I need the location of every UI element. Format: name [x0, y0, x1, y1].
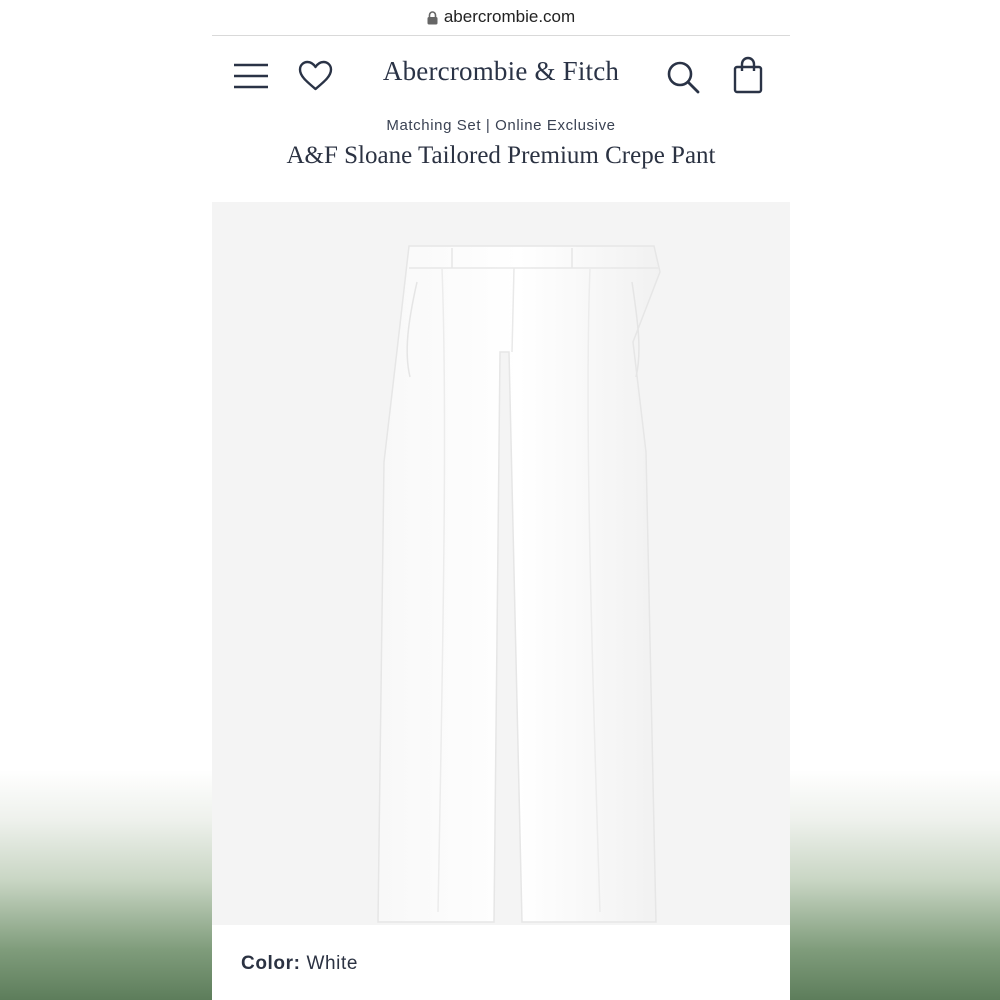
brand-logo[interactable]: Abercrombie & Fitch: [212, 56, 790, 87]
search-icon[interactable]: [666, 60, 700, 94]
lock-icon: [427, 11, 438, 25]
product-subtitle: Matching Set | Online Exclusive: [386, 117, 616, 134]
color-label: Color:: [241, 953, 301, 974]
color-selector: Color: White: [241, 953, 358, 975]
address-bar[interactable]: abercrombie.com: [212, 0, 790, 34]
url-text: abercrombie.com: [443, 7, 576, 26]
color-value: White: [306, 953, 359, 974]
pants-image: [377, 245, 661, 923]
product-title: A&F Sloane Tailored Premium Crepe Pant: [286, 142, 716, 169]
product-image[interactable]: [212, 202, 790, 925]
shopping-bag-icon[interactable]: [733, 56, 763, 94]
product-page: abercrombie.com Abercrombie & Fitch Matc…: [212, 0, 790, 1000]
site-header: Abercrombie & Fitch: [212, 36, 790, 118]
